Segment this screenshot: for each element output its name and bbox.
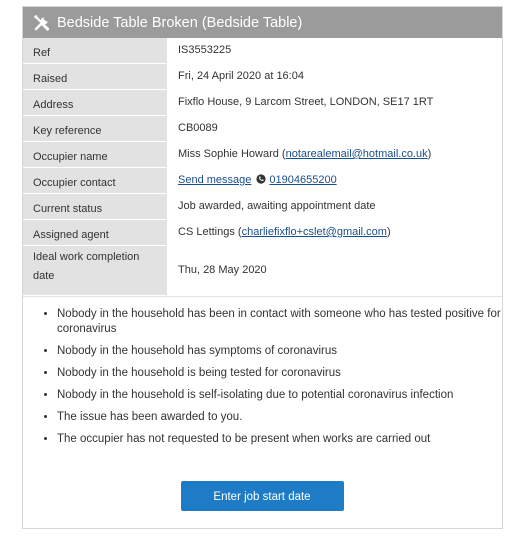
detail-row-occupier-contact: Occupier contact Send message 01904655200 xyxy=(23,168,502,194)
occupier-phone-link[interactable]: 01904655200 xyxy=(269,174,336,186)
actions: Enter job start date xyxy=(23,481,502,511)
detail-value: Send message 01904655200 xyxy=(167,168,502,193)
detail-row-raised: Raised Fri, 24 April 2020 at 16:04 xyxy=(23,64,502,90)
job-notes-list: Nobody in the household has been in cont… xyxy=(23,307,502,447)
divider xyxy=(23,296,502,297)
send-message-link[interactable]: Send message xyxy=(178,174,251,186)
detail-value: Job awarded, awaiting appointment date xyxy=(178,200,376,212)
detail-row-ref: Ref IS3553225 xyxy=(23,38,502,64)
detail-row-occupier-name: Occupier name Miss Sophie Howard (notare… xyxy=(23,142,502,168)
job-details: Ref IS3553225 Raised Fri, 24 April 2020 … xyxy=(23,38,502,296)
detail-label: Key reference xyxy=(23,116,167,141)
detail-label: Occupier contact xyxy=(23,168,167,193)
job-header: Bedside Table Broken (Bedside Table) xyxy=(23,7,502,38)
detail-row-ideal-completion: Ideal work completion date Thu, 28 May 2… xyxy=(23,246,502,296)
detail-value: IS3553225 xyxy=(178,44,232,56)
paren-close: ) xyxy=(427,148,432,160)
agent-name-text: CS Lettings ( xyxy=(178,226,242,238)
detail-label: Ref xyxy=(23,38,167,63)
detail-value: Fixflo House, 9 Larcom Street, LONDON, S… xyxy=(178,96,434,108)
detail-value: Miss Sophie Howard (notarealemail@hotmai… xyxy=(167,142,502,167)
list-item: The issue has been awarded to you. xyxy=(57,410,502,425)
occupier-name-text: Miss Sophie Howard ( xyxy=(178,148,286,160)
list-item: Nobody in the household is being tested … xyxy=(57,366,502,381)
list-item: The occupier has not requested to be pre… xyxy=(57,432,502,447)
detail-value: CS Lettings (charliefixflo+cslet@gmail.c… xyxy=(167,220,502,245)
list-item: Nobody in the household has been in cont… xyxy=(57,307,502,337)
job-panel: Bedside Table Broken (Bedside Table) Ref… xyxy=(22,6,503,529)
detail-row-assigned-agent: Assigned agent CS Lettings (charliefixfl… xyxy=(23,220,502,246)
detail-label: Address xyxy=(23,90,167,115)
agent-email-link[interactable]: charliefixflo+cslet@gmail.com xyxy=(242,226,387,238)
enter-job-start-date-button[interactable]: Enter job start date xyxy=(180,481,344,511)
list-item: Nobody in the household is self-isolatin… xyxy=(57,388,502,403)
detail-label: Ideal work completion date xyxy=(23,246,167,295)
occupier-email-link[interactable]: notarealemail@hotmail.co.uk xyxy=(286,148,428,160)
tools-icon xyxy=(33,14,51,32)
detail-label: Assigned agent xyxy=(23,220,167,245)
detail-row-key-reference: Key reference CB0089 xyxy=(23,116,502,142)
detail-value: Fri, 24 April 2020 at 16:04 xyxy=(178,70,304,82)
job-title: Bedside Table Broken (Bedside Table) xyxy=(57,14,303,31)
detail-value: CB0089 xyxy=(178,122,218,134)
detail-row-address: Address Fixflo House, 9 Larcom Street, L… xyxy=(23,90,502,116)
detail-label: Raised xyxy=(23,64,167,89)
detail-value: Thu, 28 May 2020 xyxy=(178,264,267,276)
phone-icon xyxy=(256,174,266,184)
detail-label: Current status xyxy=(23,194,167,219)
detail-label: Occupier name xyxy=(23,142,167,167)
paren-close: ) xyxy=(386,226,391,238)
detail-row-current-status: Current status Job awarded, awaiting app… xyxy=(23,194,502,220)
list-item: Nobody in the household has symptoms of … xyxy=(57,344,502,359)
